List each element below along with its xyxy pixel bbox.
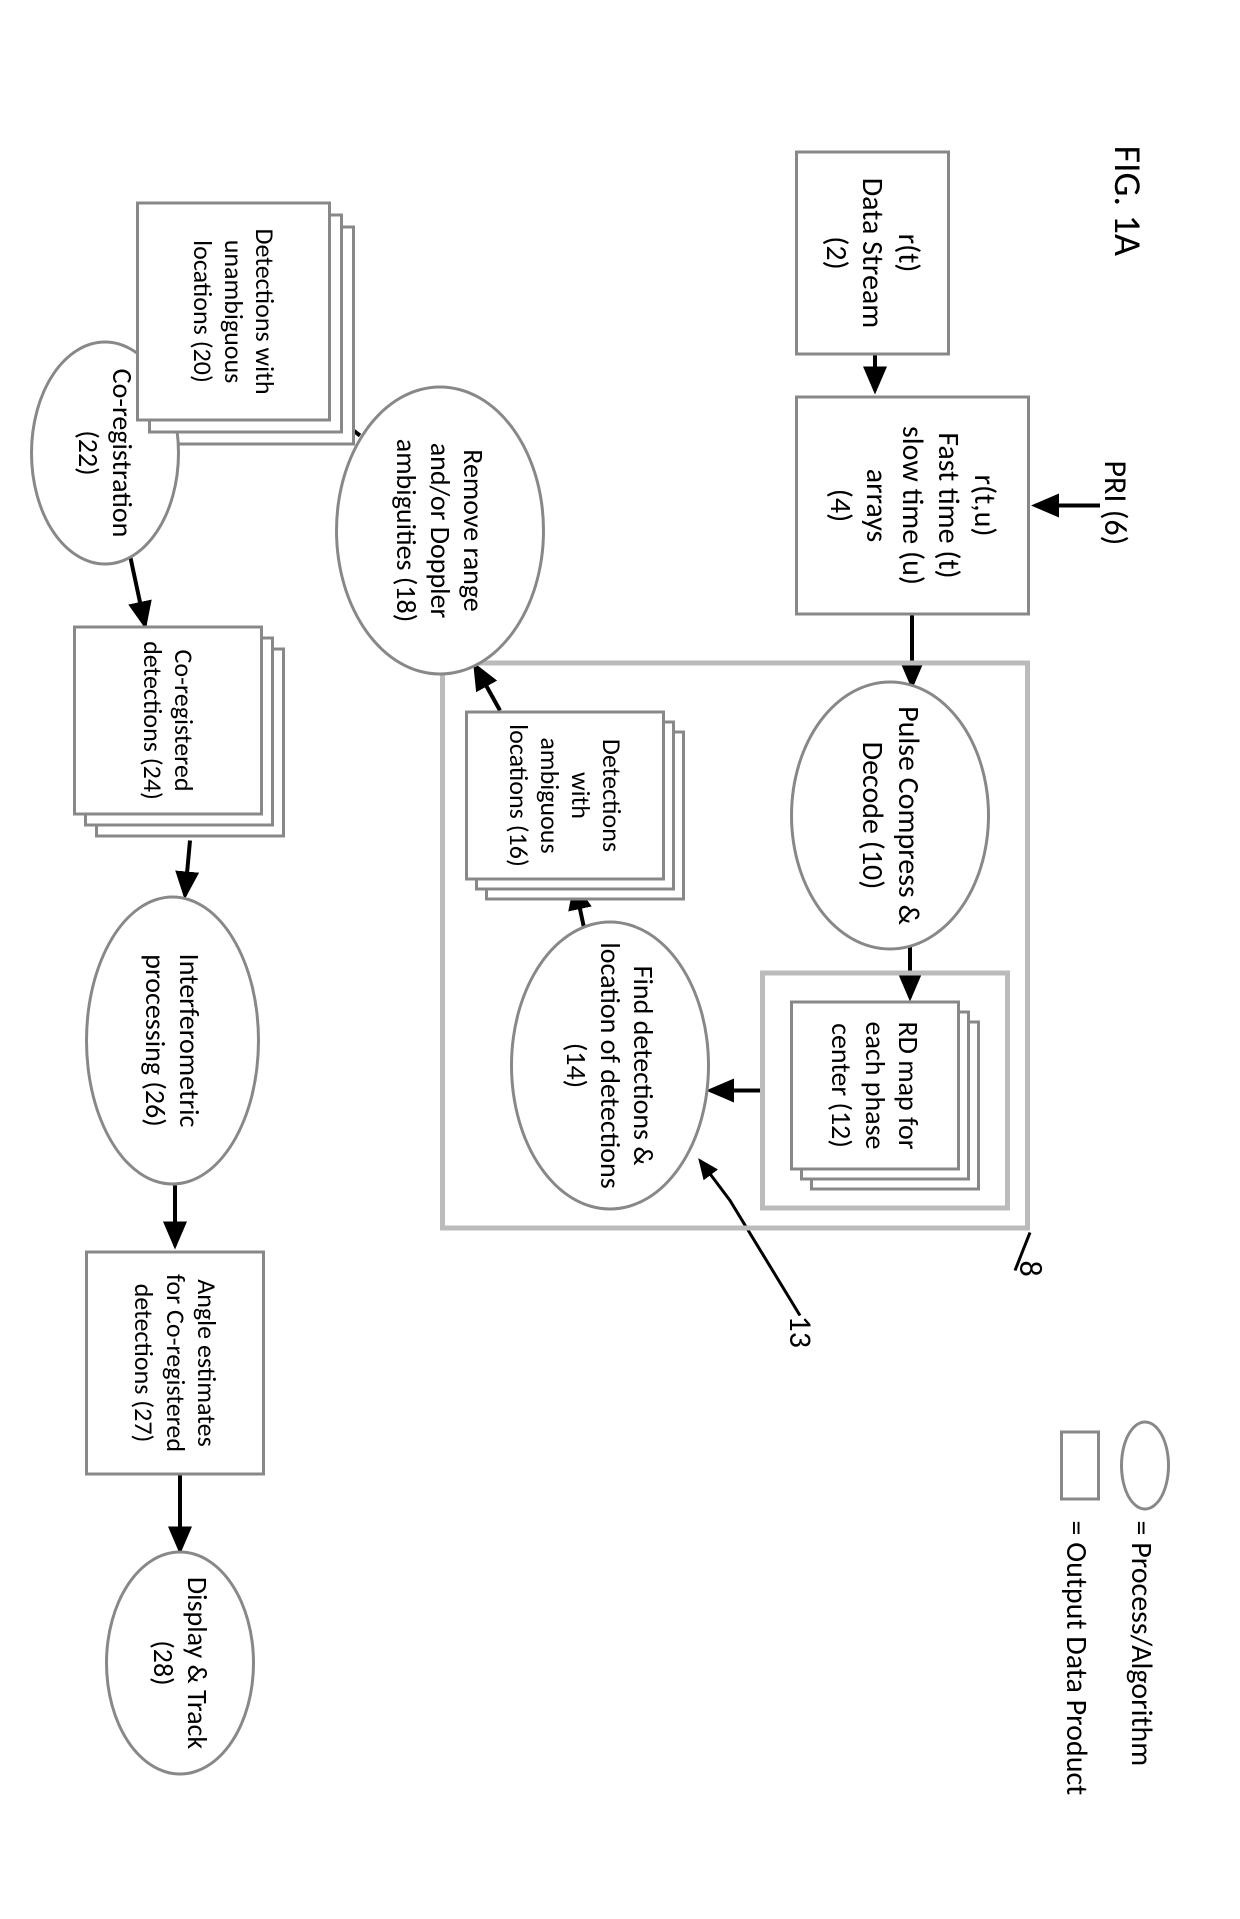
node-find-detections: Find detections & location of detections… [510, 920, 710, 1210]
node-coregistered: Co-registered detections (24) [73, 625, 263, 815]
node-pulse-compress: Pulse Compress & Decode (10) [790, 680, 990, 950]
node-data-stream: r(t) Data Stream (2) [795, 150, 950, 355]
figure-label: FIG. 1A [1104, 145, 1150, 255]
node-interferometric: Interferometric processing (26) [85, 895, 260, 1185]
arrow-22-to-24 [130, 555, 145, 625]
node-rd-map: RD map for each phase center (12) [790, 1000, 960, 1170]
node-ambiguous: Detections with ambiguous locations (16) [465, 710, 665, 880]
node-display-track: Display & Track (28) [105, 1550, 255, 1775]
legend-rect-icon [1060, 1430, 1100, 1500]
callout-13: 13 [781, 1315, 820, 1347]
legend-output-label: = Output Data Product [1058, 1520, 1095, 1795]
node-angle-estimates: Angle estimates for Co-registered detect… [85, 1250, 265, 1475]
callout-8: 8 [1011, 1260, 1050, 1276]
legend-ellipse-icon [1120, 1420, 1170, 1510]
pri-label: PRI (6) [1096, 460, 1135, 545]
node-arrays: r(t,u) Fast time (t) slow time (u) array… [795, 395, 1030, 615]
node-unambiguous: Detections with unambiguous locations (2… [136, 201, 331, 421]
diagram-canvas: FIG. 1A = Process/Algorithm = Output Dat… [0, 0, 1240, 1919]
node-remove-ambiguities: Remove range and/or Doppler ambiguities … [335, 385, 545, 675]
legend-process-label: = Process/Algorithm [1123, 1520, 1160, 1766]
arrow-24-to-26 [185, 840, 190, 895]
